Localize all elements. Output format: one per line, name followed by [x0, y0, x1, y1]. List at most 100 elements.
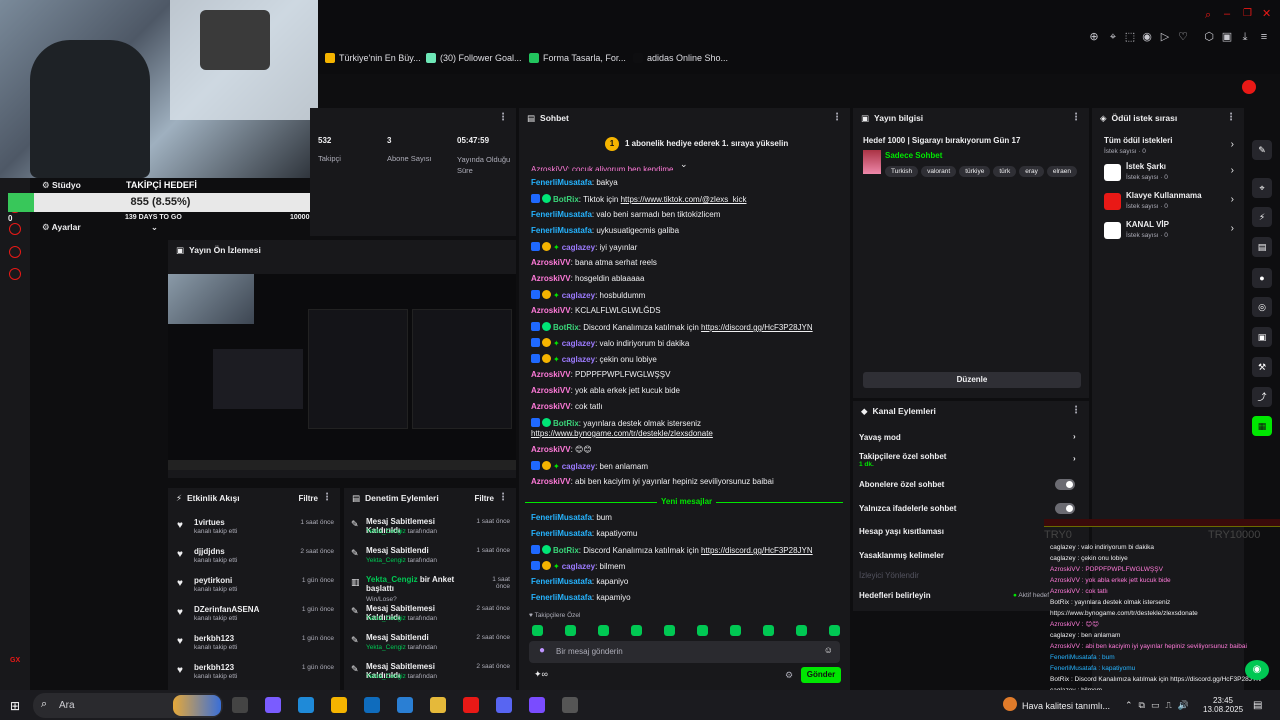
tag[interactable]: türkiye: [959, 166, 991, 177]
extensions-icon[interactable]: ⬡: [1203, 31, 1215, 43]
chat-username[interactable]: FenerliMusatafa: [531, 226, 592, 235]
banned-words-row[interactable]: Yasaklanmış kelimeler: [859, 551, 1081, 560]
chat-username[interactable]: AzroskiVV: [531, 370, 571, 379]
emotes-only-toggle[interactable]: [1055, 503, 1075, 514]
zoom-icon[interactable]: ⊕: [1088, 31, 1100, 43]
wrench-icon[interactable]: ⚒: [1252, 357, 1272, 377]
activity-item[interactable]: ♥ peytirkoni kanalı takip etti 1 gün önce: [168, 572, 340, 601]
more-icon[interactable]: ⋮: [498, 492, 508, 503]
taskbar-search[interactable]: ⌕ Ara: [33, 693, 223, 718]
chat-username[interactable]: caglazey: [562, 462, 595, 471]
menu-icon[interactable]: ≡: [1258, 31, 1270, 43]
chat-link[interactable]: https://discord.gg/HcF3P28JYN: [701, 546, 813, 555]
activity-item[interactable]: ♥ berkbh123 kanalı takip etti 1 gün önce: [168, 659, 340, 688]
stream-category[interactable]: Sadece Sohbet: [885, 151, 942, 160]
emote-icon[interactable]: [664, 625, 675, 636]
chat-username[interactable]: BotRix: [553, 195, 579, 204]
box-icon[interactable]: ▣: [1221, 31, 1233, 43]
play-icon[interactable]: ▷: [1159, 31, 1171, 43]
activity-item[interactable]: ♥ DZerinfanASENA kanalı takip etti 1 gün ön…: [168, 601, 340, 630]
emote-icon[interactable]: [763, 625, 774, 636]
notification-icon[interactable]: ▤: [1253, 700, 1262, 711]
chat-username[interactable]: FenerliMusatafa: [531, 210, 592, 219]
all-rewards-item[interactable]: Tüm ödül istekleri İstek sayısı · 0 ›: [1104, 134, 1234, 162]
chat-username[interactable]: caglazey: [562, 243, 595, 252]
chat-username[interactable]: FenerliMusatafa: [531, 577, 592, 586]
chat-username[interactable]: AzroskiVV: [531, 477, 571, 486]
chat-username[interactable]: caglazey: [562, 355, 595, 364]
tag[interactable]: eray: [1019, 166, 1044, 177]
edit-icon[interactable]: ✎: [1252, 140, 1272, 160]
reward-item[interactable]: Klavye Kullanmama İstek sayısı · 0 ›: [1104, 189, 1234, 217]
store-icon[interactable]: [331, 697, 347, 713]
mic-icon[interactable]: ●: [539, 645, 545, 656]
emote-icon[interactable]: [730, 625, 741, 636]
preview-video[interactable]: [168, 274, 516, 470]
chat-username[interactable]: caglazey: [562, 562, 595, 571]
minimize-icon[interactable]: –: [1224, 8, 1230, 20]
explorer-icon[interactable]: [430, 697, 446, 713]
heart-icon[interactable]: ♡: [1177, 31, 1189, 43]
chat-link[interactable]: https://www.tiktok.com/@zlexs_kick: [621, 195, 747, 204]
chat-username[interactable]: AzroskiVV: [531, 386, 571, 395]
pin-icon[interactable]: ⌖: [1107, 31, 1119, 43]
outlook-icon[interactable]: [364, 697, 380, 713]
chat-input[interactable]: ● Bir mesaj gönderin ☺: [529, 641, 840, 663]
chat-username[interactable]: FenerliMusatafa: [531, 593, 592, 602]
profile-avatar[interactable]: [1242, 80, 1256, 94]
edge-icon[interactable]: [298, 697, 314, 713]
emote-icon[interactable]: [598, 625, 609, 636]
chat-username[interactable]: FenerliMusatafa: [531, 529, 592, 538]
opera-gx-icon[interactable]: [463, 697, 479, 713]
share-icon[interactable]: ⤴: [1252, 387, 1272, 407]
collapse-icon[interactable]: ⌄: [680, 159, 688, 170]
reward-item[interactable]: İstek Şarkı İstek sayısı · 0 ›: [1104, 160, 1234, 188]
tray-icons[interactable]: ⌃⧉▭⎍🔊: [1125, 700, 1195, 711]
emoji-icon[interactable]: ☺: [824, 645, 833, 655]
moderation-item[interactable]: ✎ Mesaj Sabitlemesi Kaldırıldı Yekta_Cengi…: [344, 659, 514, 688]
chat-link[interactable]: https://discord.gg/HcF3P28JYN: [701, 323, 813, 332]
camera-icon[interactable]: ◉: [1141, 31, 1153, 43]
moderation-item[interactable]: ✎ Mesaj Sabitlemesi Kaldırıldı Yekta_Cengi…: [344, 601, 514, 630]
activity-filter-button[interactable]: Filtre: [298, 494, 318, 503]
chat-username[interactable]: FenerliMusatafa: [531, 178, 592, 187]
tag[interactable]: Turkish: [885, 166, 919, 177]
document-icon[interactable]: ▤: [1252, 237, 1272, 257]
chat-username[interactable]: BotRix: [553, 546, 579, 555]
gx-icon[interactable]: GX: [10, 657, 20, 664]
nav-clock-icon[interactable]: [9, 223, 21, 235]
more-icon[interactable]: ⋮: [498, 112, 508, 123]
chrome-icon[interactable]: [562, 697, 578, 713]
activity-item[interactable]: ♥ 1virtues kanalı takip etti 1 saat önce: [168, 514, 340, 543]
slow-mode-row[interactable]: Yavaş mod ›: [859, 432, 1081, 442]
activity-item[interactable]: ♥ djjdjdns kanalı takip etti 2 saat önce: [168, 543, 340, 572]
emote-icon[interactable]: [796, 625, 807, 636]
chat-username[interactable]: AzroskiVV: [531, 402, 571, 411]
maximize-icon[interactable]: ❐: [1243, 8, 1252, 19]
chat-username[interactable]: AzroskiVV: [531, 306, 571, 315]
chat-extra-icon[interactable]: ✦∞: [534, 669, 548, 680]
moderation-item[interactable]: ✎ Mesaj Sabitlendi Yekta_Cengiz tarafından…: [344, 630, 514, 659]
gear-icon[interactable]: ⚙: [785, 670, 793, 681]
broadcast-icon[interactable]: ◎: [1252, 297, 1272, 317]
chat-username[interactable]: FenerliMusatafa: [531, 513, 592, 522]
chat-link[interactable]: https://www.bynogame.com/tr/destekle/zle…: [531, 429, 713, 438]
emote-icon[interactable]: [532, 625, 543, 636]
close-icon[interactable]: ✕: [1262, 7, 1271, 20]
emote-icon[interactable]: [565, 625, 576, 636]
obs-icon[interactable]: [529, 697, 545, 713]
tag[interactable]: elraen: [1046, 166, 1077, 177]
moderation-item[interactable]: ▥ Yekta_Cengiz bir Anket başlattı Win/Lose…: [344, 572, 514, 603]
chat-username[interactable]: caglazey: [562, 291, 595, 300]
chat-icon[interactable]: ●: [1252, 268, 1272, 288]
copilot-icon[interactable]: [265, 697, 281, 713]
discord-icon[interactable]: [496, 697, 512, 713]
chat-username[interactable]: BotRix: [553, 323, 579, 332]
reward-item[interactable]: KANAL VİP İstek sayısı · 0 ›: [1104, 218, 1234, 246]
crop-icon[interactable]: ⬚: [1124, 31, 1136, 43]
more-icon[interactable]: ⋮: [1226, 112, 1236, 123]
clock[interactable]: 23:45 13.08.2025: [1203, 696, 1243, 714]
bolt-icon[interactable]: ⚡: [1252, 207, 1272, 227]
nav-gear-icon[interactable]: [9, 268, 21, 280]
nav-shield-icon[interactable]: [9, 246, 21, 258]
